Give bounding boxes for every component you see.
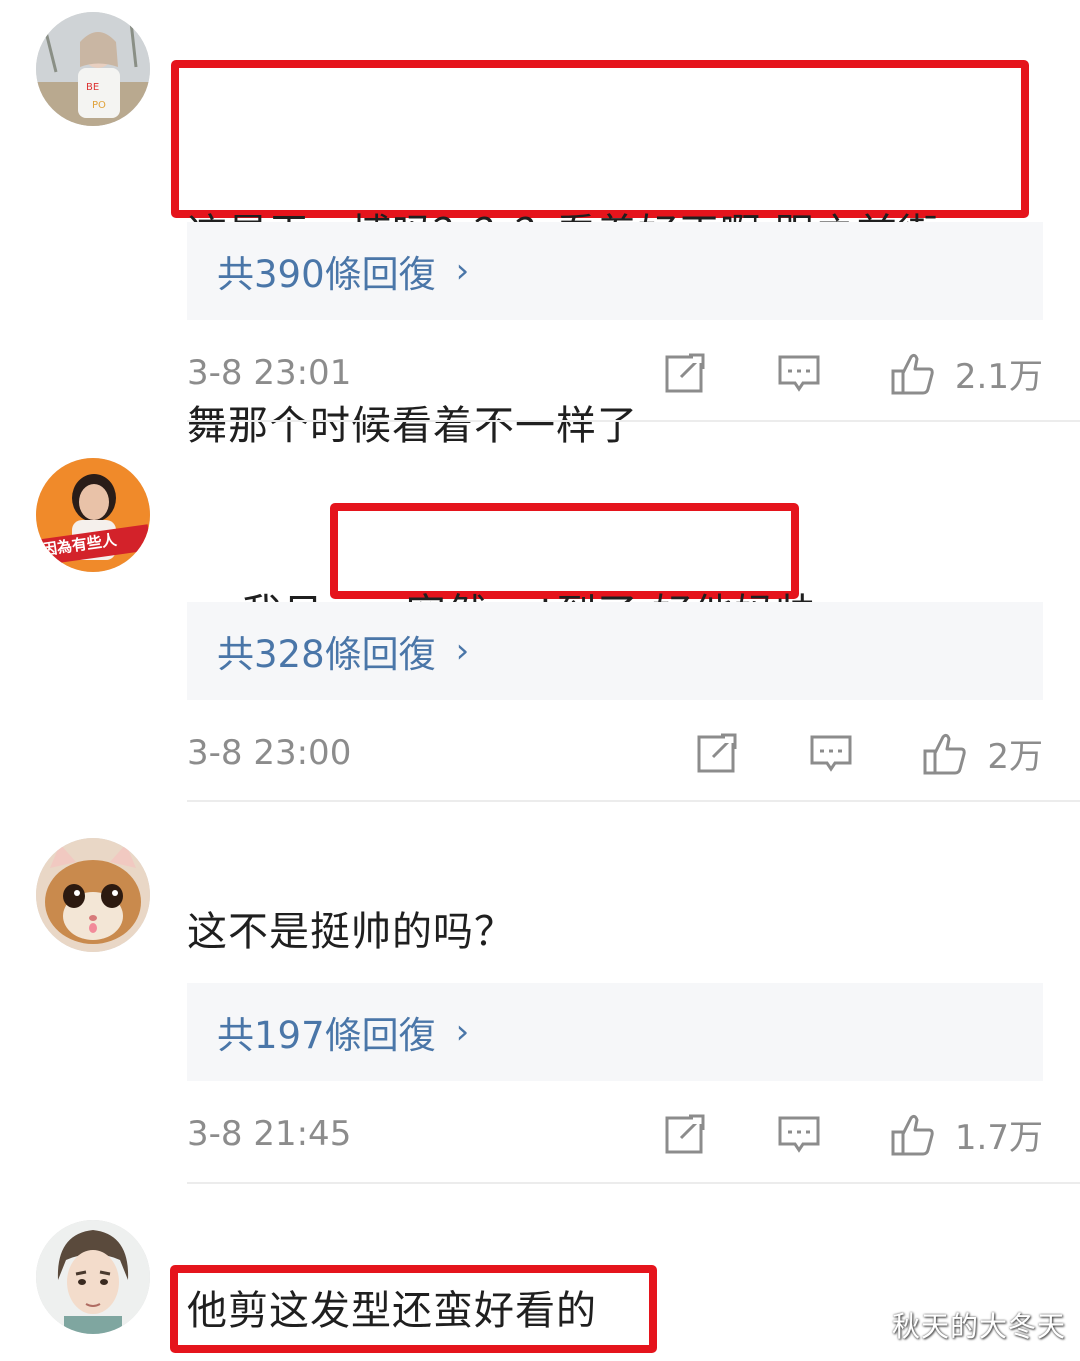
comment-item: 他剪这发型还蛮好看的 — [0, 0, 1080, 1361]
avatar[interactable] — [36, 1220, 150, 1334]
watermark: 秋天的大冬天 — [891, 1310, 1066, 1343]
